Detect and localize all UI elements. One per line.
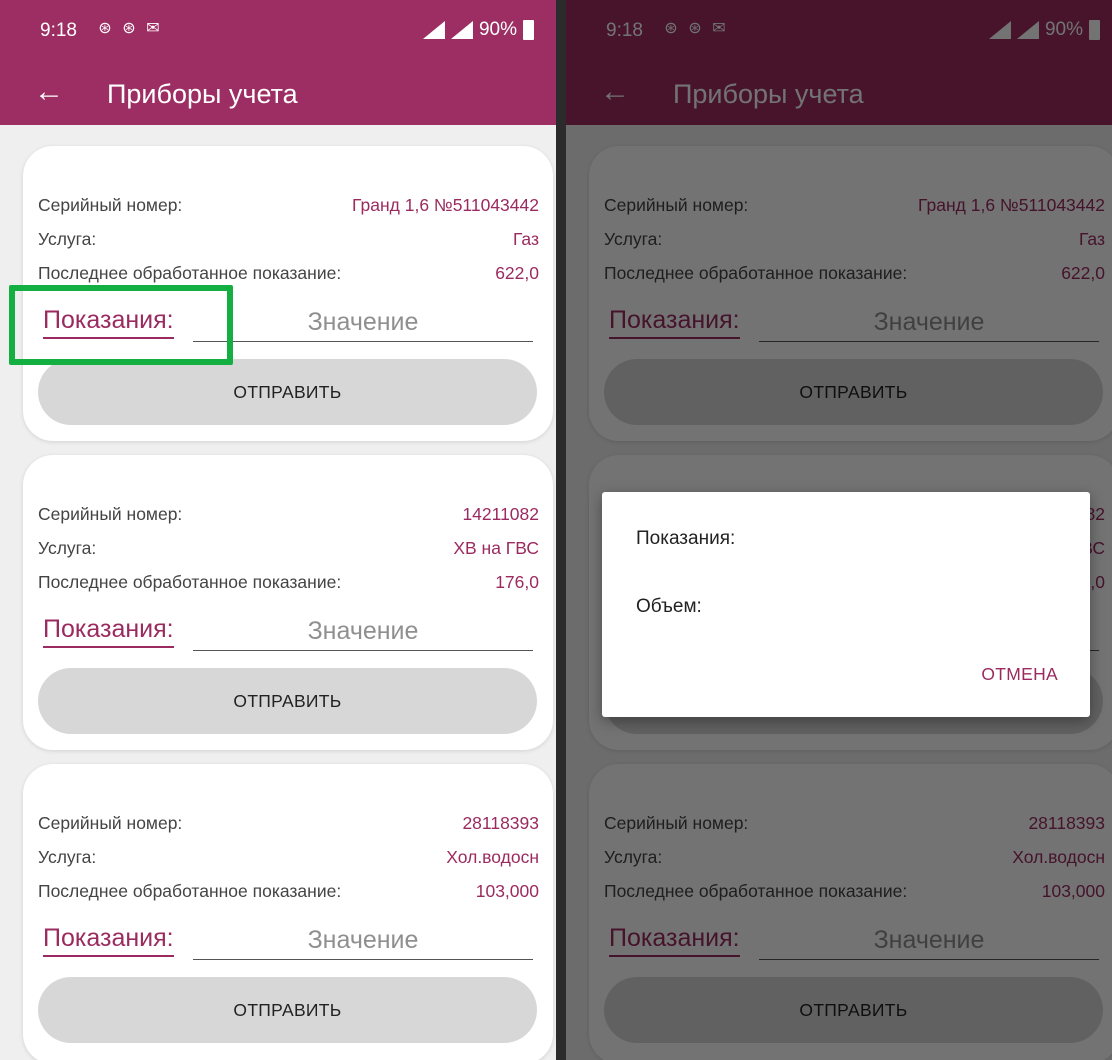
signal-icon — [422, 21, 445, 39]
readings-dialog: Показания: Объем: ОТМЕНА — [602, 492, 1090, 717]
battery-percent: 90% — [478, 19, 517, 40]
signal-icon — [450, 21, 473, 39]
last-reading-value: 103,000 — [475, 881, 539, 901]
last-reading-row: Последнее обработанное показание: 622,0 — [38, 263, 539, 284]
serial-label: Серийный номер: — [38, 504, 183, 524]
submit-button[interactable]: ОТПРАВИТЬ — [38, 977, 537, 1043]
screen-meters-dialog: 9:18 ⊛ ⊛ ✉ 90% ← Приборы учета Серийный … — [566, 0, 1112, 1060]
app-bar: ← Приборы учета — [0, 64, 556, 125]
arrow-left-icon[interactable]: ← — [34, 74, 64, 110]
page-title: Приборы учета — [107, 79, 298, 109]
dialog-readings-label: Показания: — [636, 528, 736, 549]
activity-icon: ⊛ — [98, 20, 112, 37]
service-row: Услуга: Хол.водосн — [38, 847, 539, 868]
serial-row: Серийный номер: Гранд 1,6 №511043442 — [38, 195, 539, 216]
reading-input[interactable]: Значение — [193, 617, 533, 651]
serial-label: Серийный номер: — [38, 195, 183, 215]
reading-input[interactable]: Значение — [193, 926, 533, 960]
service-row: Услуга: Газ — [38, 229, 539, 250]
last-reading-row: Последнее обработанное показание: 176,0 — [38, 572, 539, 593]
readings-label[interactable]: Показания: — [43, 306, 174, 339]
service-value: ХВ на ГВС — [453, 538, 539, 558]
serial-row: Серийный номер: 28118393 — [38, 813, 539, 834]
service-label: Услуга: — [38, 847, 97, 867]
serial-value: Гранд 1,6 №511043442 — [352, 195, 539, 215]
last-reading-label: Последнее обработанное показание: — [38, 881, 342, 901]
dialog-volume-label: Объем: — [636, 596, 702, 617]
service-label: Услуга: — [38, 229, 97, 249]
service-value: Газ — [512, 229, 539, 249]
reading-input[interactable]: Значение — [193, 308, 533, 342]
submit-button[interactable]: ОТПРАВИТЬ — [38, 668, 537, 734]
service-row: Услуга: ХВ на ГВС — [38, 538, 539, 559]
meter-card: Серийный номер: 28118393 Услуга: Хол.вод… — [23, 764, 553, 1060]
serial-value: 14211082 — [462, 504, 539, 524]
last-reading-value: 176,0 — [495, 572, 539, 592]
status-time: 9:18 — [40, 20, 77, 41]
last-reading-row: Последнее обработанное показание: 103,00… — [38, 881, 539, 902]
mail-icon: ✉ — [146, 20, 160, 37]
notification-icons: ⊛ ⊛ ✉ — [96, 19, 162, 37]
status-right: 90% — [422, 19, 534, 41]
last-reading-label: Последнее обработанное показание: — [38, 572, 342, 592]
activity-icon: ⊛ — [122, 20, 136, 37]
readings-label[interactable]: Показания: — [43, 615, 174, 648]
meter-card: Серийный номер: 14211082 Услуга: ХВ на Г… — [23, 455, 553, 750]
serial-value: 28118393 — [462, 813, 539, 833]
readings-label[interactable]: Показания: — [43, 924, 174, 957]
service-label: Услуга: — [38, 538, 97, 558]
battery-icon — [523, 20, 534, 40]
service-value: Хол.водосн — [446, 847, 539, 867]
submit-button[interactable]: ОТПРАВИТЬ — [38, 359, 537, 425]
last-reading-value: 622,0 — [495, 263, 539, 283]
last-reading-label: Последнее обработанное показание: — [38, 263, 342, 283]
meter-card: Серийный номер: Гранд 1,6 №511043442 Усл… — [23, 146, 553, 441]
serial-row: Серийный номер: 14211082 — [38, 504, 539, 525]
cancel-button[interactable]: ОТМЕНА — [981, 664, 1058, 685]
serial-label: Серийный номер: — [38, 813, 183, 833]
screen-meters: 9:18 ⊛ ⊛ ✉ 90% ← Приборы учета Серийный … — [0, 0, 556, 1060]
status-bar: 9:18 ⊛ ⊛ ✉ 90% — [0, 0, 556, 64]
